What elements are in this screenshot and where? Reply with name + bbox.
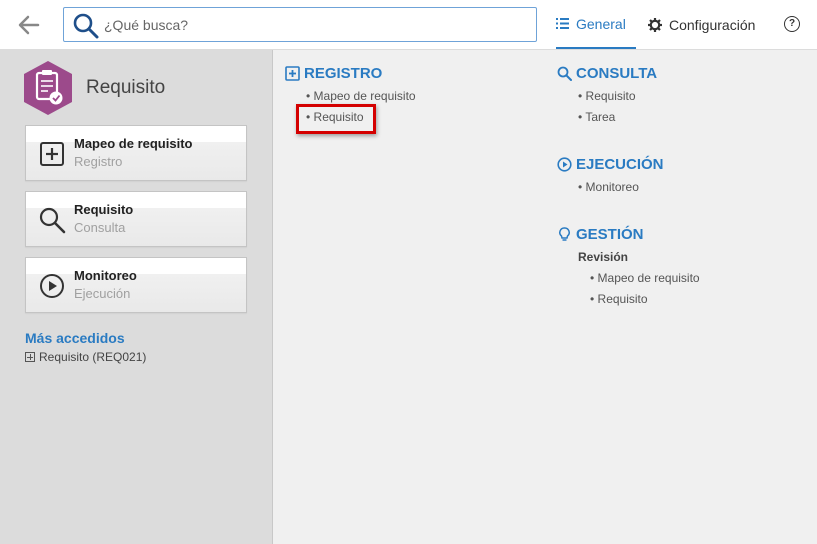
card-subtitle: Ejecución [74, 286, 131, 301]
play-circle-icon [40, 274, 64, 298]
link-registro-mapeo-de-requisito[interactable]: • Mapeo de requisito [306, 89, 416, 103]
card-title: Monitoreo [74, 268, 137, 283]
tab-configuracion-label: Configuración [669, 16, 756, 33]
help-icon[interactable]: ? [784, 16, 800, 32]
plus-square-icon [25, 352, 35, 362]
clipboard-check-icon [24, 61, 72, 115]
tab-general-label: General [576, 15, 626, 32]
card-title: Mapeo de requisito [74, 136, 193, 151]
highlight-box [296, 104, 376, 134]
sidebar: Requisito Mapeo de requisito Registro Re… [0, 50, 273, 544]
link-consulta-tarea[interactable]: • Tarea [578, 110, 615, 124]
card-mapeo-de-requisito[interactable]: Mapeo de requisito Registro [25, 125, 247, 181]
card-title: Requisito [74, 202, 134, 217]
plus-square-icon [285, 66, 300, 81]
section-ejecucion-title: EJECUCIÓN [557, 156, 664, 173]
tab-general[interactable]: General [556, 0, 636, 49]
list-icon [556, 18, 569, 29]
card-subtitle: Consulta [74, 220, 126, 235]
top-bar: General Configuración ? [0, 0, 817, 50]
search-icon [73, 13, 99, 39]
most-accessed-title: Más accedidos [25, 330, 125, 346]
link-ejecucion-monitoreo[interactable]: • Monitoreo [578, 180, 639, 194]
card-subtitle: Registro [74, 154, 123, 169]
section-ejecucion-label: EJECUCIÓN [576, 156, 664, 173]
back-arrow-icon[interactable] [16, 12, 42, 38]
app-title: Requisito [86, 77, 166, 98]
most-accessed-item[interactable]: Requisito (REQ021) [25, 350, 146, 364]
section-gestion-label: GESTIÓN [576, 226, 644, 243]
play-circle-icon [557, 157, 572, 172]
most-accessed-item-label: Requisito (REQ021) [39, 350, 147, 364]
subhead-revision: Revisión [578, 250, 629, 264]
section-consulta-label: CONSULTA [576, 65, 658, 82]
search-input[interactable] [104, 15, 524, 35]
card-requisito-consulta[interactable]: Requisito Consulta [25, 191, 247, 247]
search-box[interactable] [63, 7, 537, 42]
search-icon [39, 207, 66, 234]
section-gestion-title: GESTIÓN [557, 226, 644, 243]
card-monitoreo[interactable]: Monitoreo Ejecución [25, 257, 247, 313]
plus-square-icon [40, 142, 64, 166]
link-gestion-mapeo-de-requisito[interactable]: • Mapeo de requisito [590, 271, 700, 285]
lightbulb-icon [559, 227, 570, 241]
link-gestion-requisito[interactable]: • Requisito [590, 292, 648, 306]
tab-configuracion[interactable]: Configuración [648, 0, 755, 49]
search-icon [557, 66, 572, 81]
section-registro-label: REGISTRO [304, 65, 383, 82]
gear-icon [648, 17, 662, 32]
section-consulta-title: CONSULTA [557, 65, 657, 82]
section-registro-title: REGISTRO [285, 65, 382, 82]
link-consulta-requisito[interactable]: • Requisito [578, 89, 636, 103]
